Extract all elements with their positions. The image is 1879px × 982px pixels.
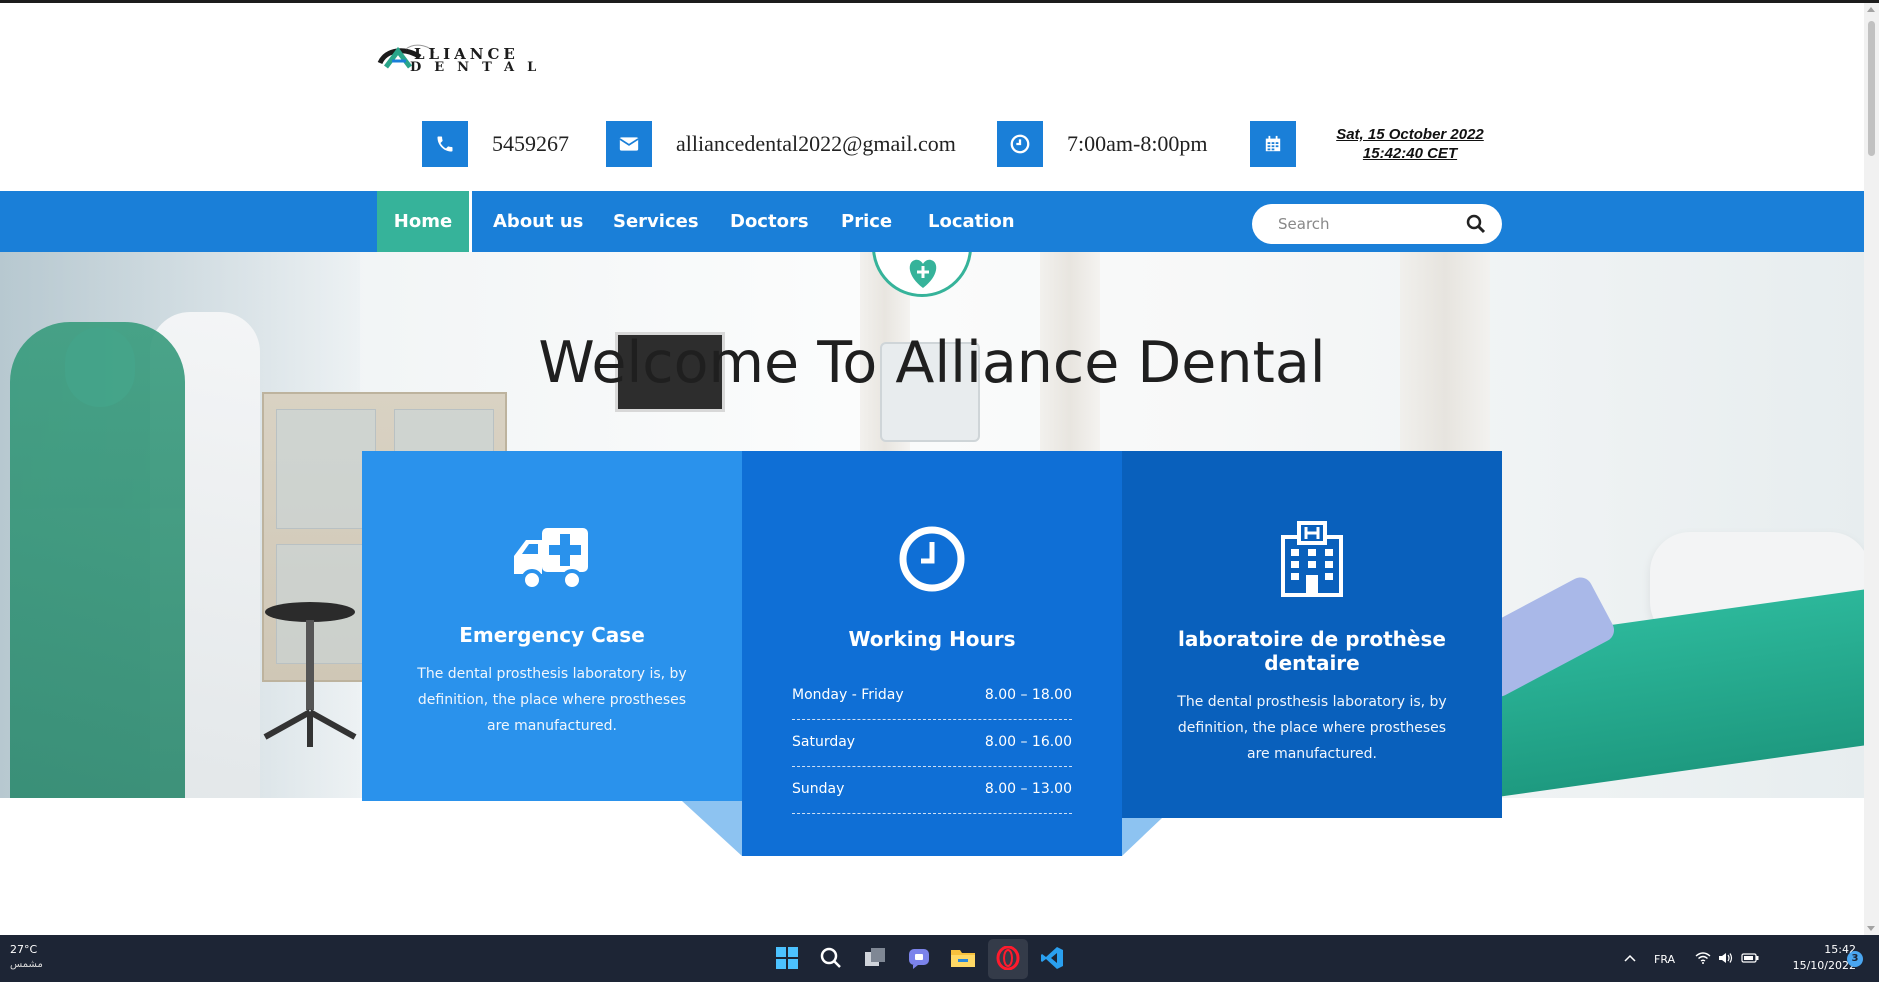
wifi-icon[interactable]: [1693, 945, 1713, 971]
clock-icon: [997, 121, 1043, 167]
clock-icon: [892, 521, 972, 597]
dental-lab-text: The dental prosthesis laboratory is, by …: [1177, 694, 1447, 762]
hospital-building-icon: [1272, 521, 1352, 597]
emergency-case-text: The dental prosthesis laboratory is, by …: [417, 666, 687, 734]
nav-doctors[interactable]: Doctors: [730, 191, 809, 252]
weather-temperature[interactable]: 27°C: [10, 943, 37, 956]
hours-row: Sunday 8.00 – 13.00: [792, 767, 1072, 814]
search-icon[interactable]: [1466, 214, 1486, 234]
teams-chat-icon[interactable]: [906, 945, 932, 971]
email-address[interactable]: alliancedental2022@gmail.com: [676, 131, 956, 157]
nav-location[interactable]: Location: [928, 191, 1015, 252]
contact-hours: 7:00am-8:00pm: [997, 121, 1208, 167]
site-logo[interactable]: LLIANCE DENTAL: [376, 39, 606, 84]
hero-bed-image: [1461, 532, 1864, 798]
main-navigation: Home About us Services Doctors Price Loc…: [0, 191, 1864, 255]
working-hours-title: Working Hours: [848, 627, 1016, 651]
volume-icon[interactable]: [1716, 945, 1736, 971]
ambulance-icon: [512, 521, 592, 597]
notification-badge[interactable]: 3: [1847, 951, 1863, 967]
hours-day: Saturday: [792, 734, 856, 750]
logo-text-line1: LLIANCE: [414, 45, 519, 63]
weather-description[interactable]: مشمس: [10, 959, 43, 970]
logo-text-line2: DENTAL: [410, 60, 550, 75]
hours-day: Monday - Friday: [792, 687, 904, 703]
card-decoration: [1122, 818, 1162, 856]
hours-time: 8.00 – 13.00: [984, 781, 1072, 797]
scroll-down-icon[interactable]: [1867, 926, 1875, 931]
scroll-up-icon[interactable]: [1867, 7, 1875, 12]
hours-time: 8.00 – 16.00: [984, 734, 1072, 750]
windows-start-icon[interactable]: [774, 945, 800, 971]
page-scrollbar[interactable]: [1864, 3, 1879, 935]
vscode-icon[interactable]: [1039, 945, 1065, 971]
hours-time: 8.00 – 18.00: [984, 687, 1072, 703]
current-time: 15:42:40 CET: [1362, 145, 1458, 162]
taskbar-date[interactable]: 15/10/2022: [1776, 959, 1856, 972]
chevron-up-icon[interactable]: [1620, 945, 1640, 971]
working-hours-table: Monday - Friday 8.00 – 18.00 Saturday 8.…: [792, 673, 1072, 814]
windows-taskbar: 27°C مشمس FRA 15:42 15/10/2022 3: [0, 935, 1879, 982]
contact-phone: 5459267: [422, 121, 569, 167]
hero-title: Welcome To Alliance Dental: [538, 330, 1326, 396]
scroll-thumb[interactable]: [1868, 21, 1875, 156]
dental-lab-card: laboratoire de prothèse dentaire The den…: [1122, 451, 1502, 818]
working-hours-card: Working Hours Monday - Friday 8.00 – 18.…: [742, 451, 1122, 856]
hours-row: Saturday 8.00 – 16.00: [792, 720, 1072, 767]
hours-day: Sunday: [792, 781, 845, 797]
opening-hours: 7:00am-8:00pm: [1067, 131, 1208, 156]
envelope-icon: [606, 121, 652, 167]
emergency-case-title: Emergency Case: [459, 623, 645, 647]
phone-number: 5459267: [492, 131, 569, 156]
nav-price[interactable]: Price: [841, 191, 892, 252]
contact-date: [1250, 121, 1296, 167]
opera-icon[interactable]: [995, 945, 1021, 971]
current-date: Sat, 15 October 2022: [1336, 126, 1484, 143]
card-decoration: [682, 801, 742, 856]
language-indicator[interactable]: FRA: [1654, 953, 1675, 966]
nav-home[interactable]: Home: [377, 191, 472, 255]
contact-email: alliancedental2022@gmail.com: [606, 121, 956, 167]
file-explorer-icon[interactable]: [950, 945, 976, 971]
hours-row: Monday - Friday 8.00 – 18.00: [792, 673, 1072, 720]
battery-icon[interactable]: [1739, 945, 1761, 971]
search-icon[interactable]: [818, 945, 844, 971]
web-page: LLIANCE DENTAL 5459267 alliancedental202…: [0, 3, 1864, 935]
dental-lab-title: laboratoire de prothèse dentaire: [1178, 627, 1446, 675]
nav-about-us[interactable]: About us: [493, 191, 583, 252]
search-input[interactable]: [1252, 204, 1502, 244]
phone-icon: [422, 121, 468, 167]
nav-services[interactable]: Services: [613, 191, 699, 252]
task-view-icon[interactable]: [862, 945, 888, 971]
calendar-icon: [1250, 121, 1296, 167]
emergency-case-card: Emergency Case The dental prosthesis lab…: [362, 451, 742, 801]
current-datetime: Sat, 15 October 2022 15:42:40 CET: [1310, 125, 1510, 163]
